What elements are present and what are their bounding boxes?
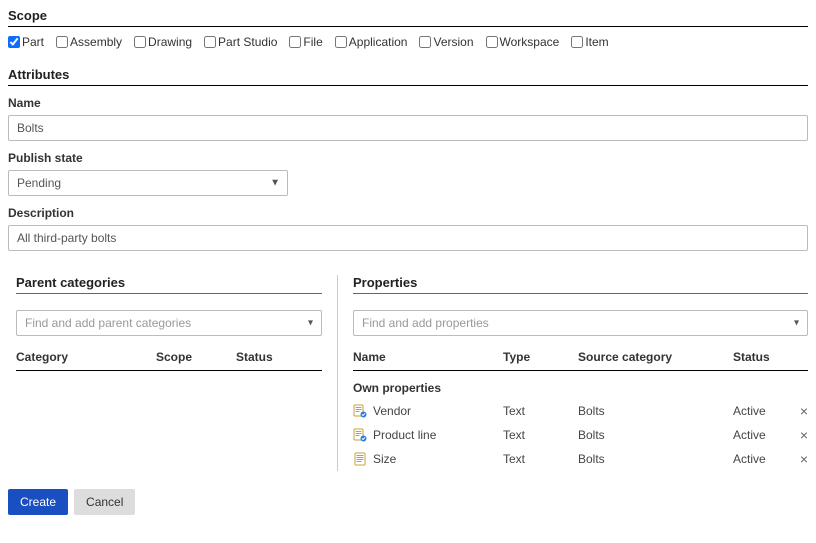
scope-option-drawing[interactable]: Drawing	[134, 35, 192, 49]
publish-state-label: Publish state	[8, 151, 808, 165]
property-status: Active	[733, 452, 788, 466]
scope-label: Workspace	[500, 35, 560, 49]
scope-option-part[interactable]: Part	[8, 35, 44, 49]
scope-label: File	[303, 35, 322, 49]
remove-icon[interactable]: ×	[788, 403, 808, 419]
scope-option-assembly[interactable]: Assembly	[56, 35, 122, 49]
attributes-header: Attributes	[8, 67, 808, 86]
publish-state-select[interactable]	[8, 170, 288, 196]
col-status: Status	[733, 350, 808, 364]
parent-categories-combobox[interactable]: Find and add parent categories ▾	[16, 310, 322, 336]
scope-option-item[interactable]: Item	[571, 35, 608, 49]
property-linked-icon	[353, 404, 367, 418]
description-input[interactable]	[8, 225, 808, 251]
property-name: Size	[373, 452, 396, 466]
scope-option-file[interactable]: File	[289, 35, 322, 49]
table-row: Vendor Text Bolts Active ×	[353, 399, 808, 423]
create-button[interactable]: Create	[8, 489, 68, 515]
remove-icon[interactable]: ×	[788, 427, 808, 443]
scope-checkbox-assembly[interactable]	[56, 36, 68, 48]
scope-option-version[interactable]: Version	[419, 35, 473, 49]
scope-header: Scope	[8, 8, 808, 27]
scope-label: Drawing	[148, 35, 192, 49]
scope-option-partstudio[interactable]: Part Studio	[204, 35, 277, 49]
property-status: Active	[733, 404, 788, 418]
col-source: Source category	[578, 350, 733, 364]
table-row: Product line Text Bolts Active ×	[353, 423, 808, 447]
scope-option-workspace[interactable]: Workspace	[486, 35, 560, 49]
name-label: Name	[8, 96, 808, 110]
table-row: Size Text Bolts Active ×	[353, 447, 808, 471]
scope-checkbox-part[interactable]	[8, 36, 20, 48]
col-category: Category	[16, 350, 156, 364]
property-name: Vendor	[373, 404, 411, 418]
properties-header: Properties	[353, 275, 808, 294]
properties-group-own: Own properties	[353, 377, 808, 399]
scope-options: Part Assembly Drawing Part Studio File A…	[8, 35, 808, 49]
scope-checkbox-item[interactable]	[571, 36, 583, 48]
properties-table-header: Name Type Source category Status	[353, 350, 808, 371]
scope-label: Assembly	[70, 35, 122, 49]
col-type: Type	[503, 350, 578, 364]
chevron-down-icon: ▾	[794, 318, 799, 329]
property-name: Product line	[373, 428, 436, 442]
scope-checkbox-file[interactable]	[289, 36, 301, 48]
scope-checkbox-workspace[interactable]	[486, 36, 498, 48]
property-source: Bolts	[578, 404, 733, 418]
name-input[interactable]	[8, 115, 808, 141]
parent-categories-header: Parent categories	[16, 275, 322, 294]
scope-label: Item	[585, 35, 608, 49]
property-type: Text	[503, 404, 578, 418]
properties-combobox[interactable]: Find and add properties ▾	[353, 310, 808, 336]
scope-checkbox-drawing[interactable]	[134, 36, 146, 48]
property-type: Text	[503, 428, 578, 442]
scope-label: Part	[22, 35, 44, 49]
chevron-down-icon: ▾	[308, 318, 313, 329]
property-linked-icon	[353, 428, 367, 442]
property-source: Bolts	[578, 428, 733, 442]
col-status: Status	[236, 350, 322, 364]
property-type: Text	[503, 452, 578, 466]
parent-table-header: Category Scope Status	[16, 350, 322, 371]
scope-option-application[interactable]: Application	[335, 35, 408, 49]
property-source: Bolts	[578, 452, 733, 466]
combobox-placeholder: Find and add parent categories	[25, 316, 191, 330]
description-label: Description	[8, 206, 808, 220]
scope-label: Application	[349, 35, 408, 49]
col-name: Name	[353, 350, 503, 364]
combobox-placeholder: Find and add properties	[362, 316, 489, 330]
scope-checkbox-partstudio[interactable]	[204, 36, 216, 48]
property-icon	[353, 452, 367, 466]
col-scope: Scope	[156, 350, 236, 364]
remove-icon[interactable]: ×	[788, 451, 808, 467]
cancel-button[interactable]: Cancel	[74, 489, 135, 515]
scope-checkbox-application[interactable]	[335, 36, 347, 48]
scope-label: Part Studio	[218, 35, 277, 49]
scope-label: Version	[433, 35, 473, 49]
scope-checkbox-version[interactable]	[419, 36, 431, 48]
property-status: Active	[733, 428, 788, 442]
